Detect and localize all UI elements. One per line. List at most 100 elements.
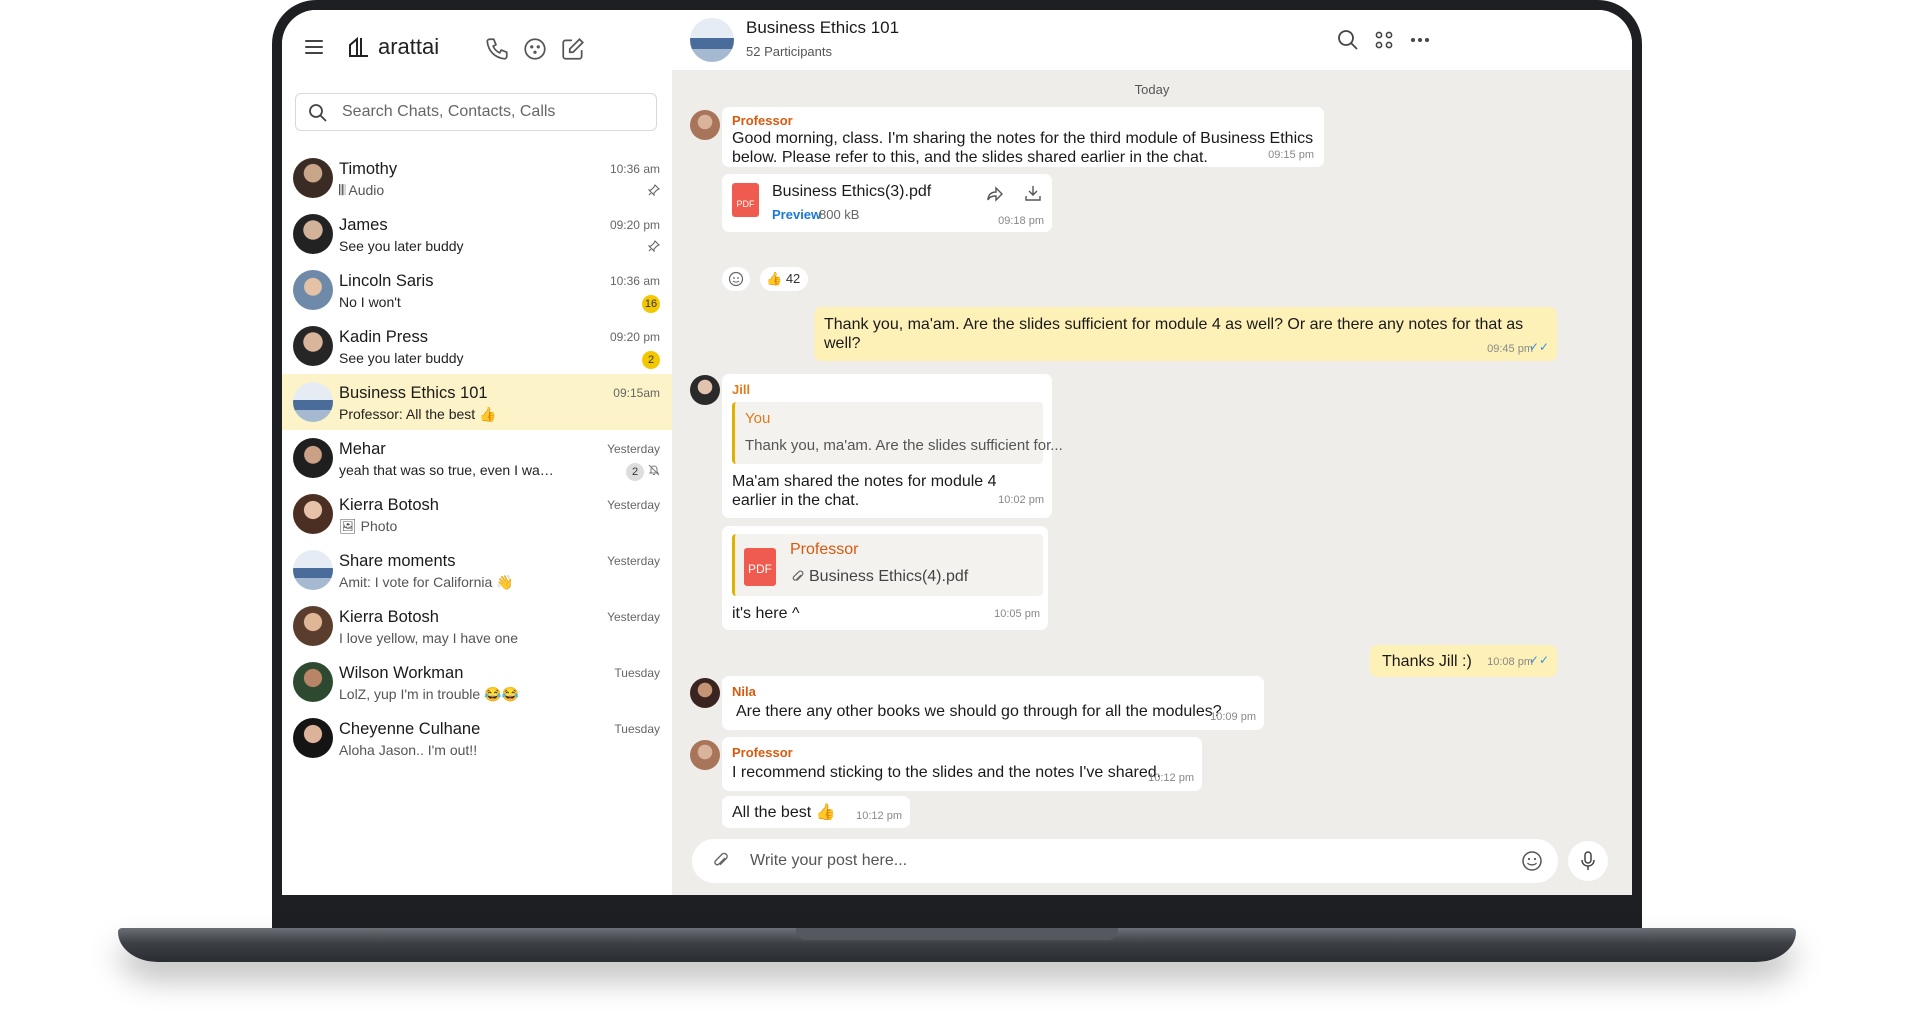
chat-name: Kadin Press: [339, 328, 428, 346]
message-text: it's here ^: [732, 605, 800, 622]
pin-icon: [648, 240, 660, 252]
chat-preview: Amit: I vote for California 👋: [339, 574, 514, 590]
group-avatar: [293, 382, 333, 422]
apps-icon[interactable]: [1372, 28, 1396, 52]
message-bubble[interactable]: Professor Good morning, class. I'm shari…: [722, 107, 1324, 167]
message-bubble[interactable]: Professor I recommend sticking to the sl…: [722, 737, 1202, 791]
quote-author: Professor: [790, 541, 859, 558]
message-time: 10:05 pm: [994, 608, 1040, 620]
chat-time: Yesterday: [607, 610, 660, 624]
group-avatar[interactable]: [690, 18, 734, 62]
unread-badge: 2: [626, 463, 644, 481]
chat-name: Lincoln Saris: [339, 272, 434, 290]
sidebar-header: arattai: [282, 10, 672, 86]
chat-item-wilson-workman[interactable]: Wilson Workman LolZ, yup I'm in trouble …: [282, 654, 672, 712]
message-input[interactable]: [748, 851, 1452, 871]
app-logo: arattai: [348, 34, 439, 60]
participants-count[interactable]: 52 Participants: [746, 44, 832, 59]
file-attachment[interactable]: PDF Business Ethics(3).pdf Preview 800 k…: [722, 174, 1052, 232]
message-time: 10:12 pm: [1148, 772, 1194, 784]
chat-time: Yesterday: [607, 498, 660, 512]
chat-name: Timothy: [339, 160, 398, 178]
chat-time: Yesterday: [607, 554, 660, 568]
chat-item-timothy[interactable]: Timothy 𝄃𝄃 Audio 10:36 am: [282, 150, 672, 208]
message-text: Thanks Jill :): [1382, 653, 1472, 670]
search-icon[interactable]: [1336, 28, 1360, 52]
preview-link[interactable]: Preview: [772, 207, 821, 222]
stories-icon[interactable]: [522, 36, 548, 62]
quote-author: You: [745, 410, 771, 427]
chat-time: 09:20 pm: [609, 218, 660, 232]
muted-bell-icon: [648, 464, 660, 476]
phone-icon[interactable]: [484, 36, 510, 62]
chat-name: James: [339, 216, 388, 234]
chat-item-cheyenne-culhane[interactable]: Cheyenne Culhane Aloha Jason.. I'm out!!…: [282, 710, 672, 768]
compose-icon[interactable]: [560, 36, 586, 62]
message-time: 10:08 pm: [1487, 656, 1533, 668]
pdf-file-icon: PDF: [732, 183, 759, 217]
chat-name: Kierra Botosh: [339, 608, 439, 626]
chat-preview: See you later buddy: [339, 350, 464, 366]
search-box[interactable]: [295, 93, 657, 131]
message-bubble[interactable]: Nila Are there any other books we should…: [722, 676, 1264, 730]
chat-preview: Professor: All the best 👍: [339, 406, 497, 422]
read-receipt-icon: ✓✓: [1528, 340, 1549, 354]
avatar: [293, 718, 333, 758]
chat-item-share-moments[interactable]: Share moments Amit: I vote for Californi…: [282, 542, 672, 600]
attachment-icon[interactable]: [712, 852, 730, 870]
nila-avatar: [690, 678, 720, 708]
photo-icon: 🖼: [339, 518, 361, 534]
message-text: I recommend sticking to the slides and t…: [732, 764, 1162, 781]
chat-name: Business Ethics 101: [339, 384, 488, 402]
emoji-icon[interactable]: [1521, 850, 1543, 872]
reply-quote[interactable]: You Thank you, ma'am. Are the slides suf…: [732, 402, 1063, 464]
reply-quote[interactable]: PDF Professor Business Ethics(4).pdf: [732, 534, 1043, 596]
avatar: [293, 270, 333, 310]
chat-item-james[interactable]: James See you later buddy 09:20 pm: [282, 206, 672, 264]
sender-name: Professor: [732, 745, 793, 760]
conversation-pane: Business Ethics 101 52 Participants Toda…: [672, 10, 1632, 895]
pdf-file-icon: PDF: [744, 548, 776, 586]
message-bubble[interactable]: PDF Professor Business Ethics(4).pdf it'…: [722, 526, 1048, 630]
attachment-icon: [792, 570, 804, 581]
avatar: [293, 494, 333, 534]
chat-name: Kierra Botosh: [339, 496, 439, 514]
chat-item-kierra-botosh-2[interactable]: Kierra Botosh I love yellow, may I have …: [282, 598, 672, 656]
menu-icon[interactable]: [305, 40, 323, 54]
chat-item-business-ethics-101[interactable]: Business Ethics 101 Professor: All the b…: [282, 374, 672, 430]
chat-name: Cheyenne Culhane: [339, 720, 481, 738]
chat-item-kierra-botosh[interactable]: Kierra Botosh 🖼 Photo Yesterday: [282, 486, 672, 544]
download-icon[interactable]: [1024, 184, 1042, 202]
reaction-chip[interactable]: 👍 42: [760, 267, 808, 291]
chat-item-kadin-press[interactable]: Kadin Press See you later buddy 09:20 pm…: [282, 318, 672, 376]
chat-time: Yesterday: [607, 442, 660, 456]
professor-avatar: [690, 110, 720, 140]
chat-time: Tuesday: [614, 666, 660, 680]
search-input[interactable]: [340, 102, 644, 122]
message-time: 10:12 pm: [856, 810, 902, 822]
chat-preview: 🖼 Photo: [339, 518, 397, 535]
message-text: Ma'am shared the notes for module 4 earl…: [732, 473, 997, 509]
chat-item-lincoln-saris[interactable]: Lincoln Saris No I won't 10:36 am 16: [282, 262, 672, 320]
composer: [692, 839, 1558, 883]
forward-icon[interactable]: [986, 185, 1004, 203]
chat-preview: LolZ, yup I'm in trouble 😂😂: [339, 686, 519, 702]
chat-preview: 𝄃𝄃 Audio: [339, 182, 384, 199]
chat-name: Wilson Workman: [339, 664, 464, 682]
message-bubble[interactable]: Jill You Thank you, ma'am. Are the slide…: [722, 374, 1063, 518]
conversation-title[interactable]: Business Ethics 101: [746, 18, 899, 38]
message-text: All the best 👍: [732, 804, 836, 821]
message-bubble[interactable]: All the best 👍 10:12 pm: [722, 796, 910, 828]
outgoing-message-bubble[interactable]: Thanks Jill :) 10:08 pm ✓✓: [1370, 645, 1557, 677]
chat-name: Share moments: [339, 552, 456, 570]
unread-badge: 2: [642, 351, 660, 369]
more-options-icon[interactable]: [1408, 28, 1432, 52]
add-reaction-button[interactable]: [722, 267, 750, 291]
chat-item-mehar[interactable]: Mehar yeah that was so true, even I was …: [282, 430, 672, 488]
chat-name: Mehar: [339, 440, 386, 458]
message-text: Thank you, ma'am. Are the slides suffici…: [824, 316, 1524, 352]
voice-record-button[interactable]: [1568, 841, 1608, 881]
outgoing-message-bubble[interactable]: Thank you, ma'am. Are the slides suffici…: [814, 307, 1557, 361]
laptop-notch: [796, 928, 1118, 940]
message-time: 09:15 pm: [1268, 149, 1314, 161]
